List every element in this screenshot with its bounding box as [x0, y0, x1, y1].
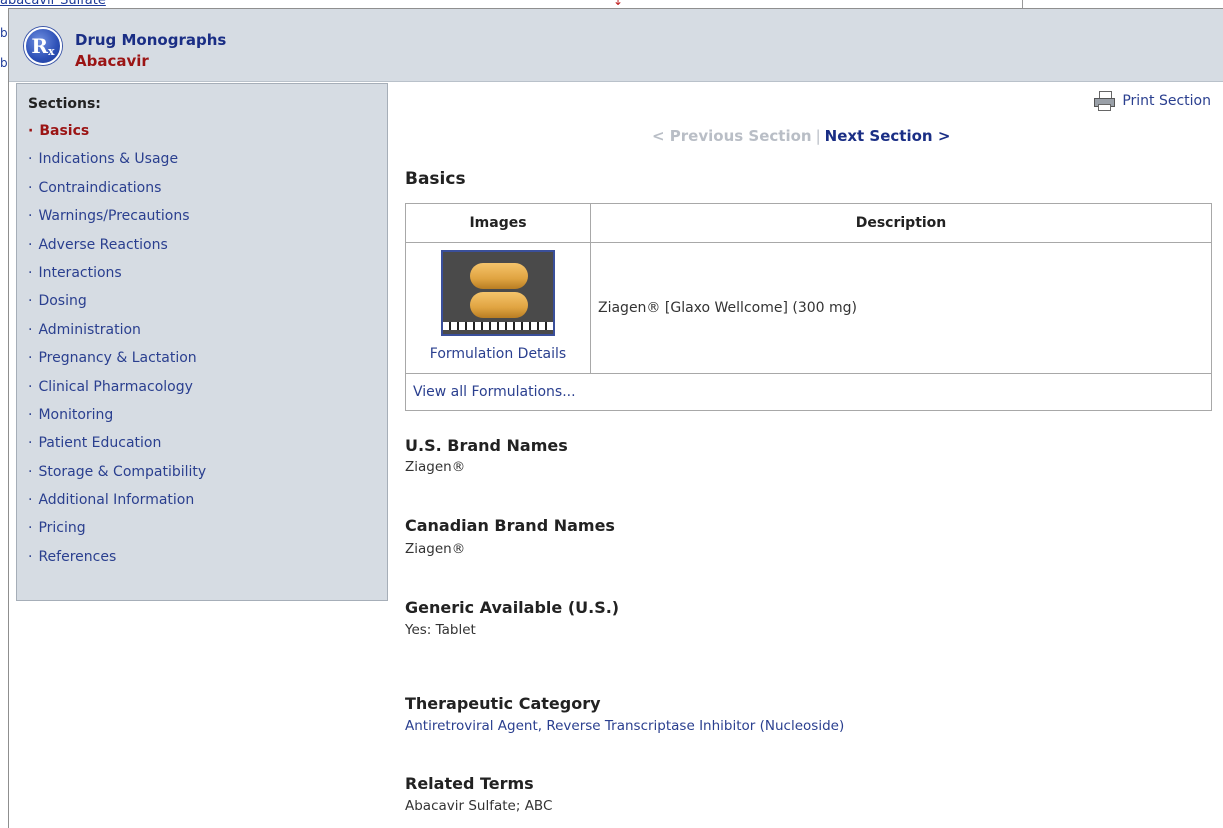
column-header-description: Description — [590, 203, 1212, 243]
view-all-formulations-link[interactable]: View all Formulations... — [405, 373, 1212, 411]
related-terms-value: Abacavir Sulfate; ABC — [405, 798, 553, 814]
sidebar-item-clinical-pharmacology[interactable]: · Clinical Pharmacology — [28, 379, 206, 407]
sidebar-item-pricing[interactable]: · Pricing — [28, 520, 206, 548]
us-brand-names-value: Ziagen® — [405, 459, 466, 475]
canadian-brand-names-value: Ziagen® — [405, 541, 466, 557]
header-bar: Rx Drug Monographs Abacavir — [9, 9, 1223, 82]
image-cell: Formulation Details — [405, 242, 591, 374]
sidebar-item-adverse-reactions[interactable]: · Adverse Reactions — [28, 237, 206, 265]
table-header-row: Images Description — [405, 203, 1212, 243]
drug-title: Abacavir — [75, 52, 149, 70]
generic-available-heading: Generic Available (U.S.) — [405, 598, 620, 617]
previous-section-link: < Previous Section — [652, 127, 812, 145]
section-title: Basics — [405, 169, 466, 189]
background-link-fragment[interactable]: b — [0, 26, 8, 40]
sidebar-item-patient-education[interactable]: · Patient Education — [28, 435, 206, 463]
print-section-label: Print Section — [1122, 93, 1211, 109]
us-brand-names-heading: U.S. Brand Names — [405, 436, 568, 455]
therapeutic-category-link[interactable]: Antiretroviral Agent, Reverse Transcript… — [405, 718, 844, 734]
monograph-window: Rx Drug Monographs Abacavir Sections: · B… — [8, 8, 1223, 828]
sidebar-item-contraindications[interactable]: · Contraindications — [28, 180, 206, 208]
therapeutic-category-heading: Therapeutic Category — [405, 694, 601, 713]
canadian-brand-names-heading: Canadian Brand Names — [405, 516, 615, 535]
sidebar-item-references[interactable]: · References — [28, 549, 206, 577]
sidebar-item-interactions[interactable]: · Interactions — [28, 265, 206, 293]
print-section-button[interactable]: Print Section — [1094, 91, 1211, 111]
sidebar-item-pregnancy-lactation[interactable]: · Pregnancy & Lactation — [28, 350, 206, 378]
sidebar-heading: Sections: — [28, 96, 101, 112]
sections-list: · Basics · Indications & Usage · Contraindi… — [28, 123, 206, 577]
sidebar-item-warnings-precautions[interactable]: · Warnings/Precautions — [28, 208, 206, 236]
sidebar-item-storage-compatibility[interactable]: · Storage & Compatibility — [28, 464, 206, 492]
printer-icon — [1094, 91, 1116, 111]
formulations-table: Images Description Formulation Details Z… — [405, 203, 1212, 411]
column-header-images: Images — [405, 203, 591, 243]
table-row: View all Formulations... — [405, 373, 1212, 411]
sidebar-item-monitoring[interactable]: · Monitoring — [28, 407, 206, 435]
sidebar-item-additional-information[interactable]: · Additional Information — [28, 492, 206, 520]
section-navigation: < Previous Section | Next Section > — [652, 127, 950, 145]
background-divider — [1022, 0, 1023, 8]
generic-available-value: Yes: Tablet — [405, 622, 476, 638]
related-terms-heading: Related Terms — [405, 774, 534, 793]
sidebar-item-basics[interactable]: · Basics — [28, 123, 206, 151]
background-link[interactable]: abacavir Sulfate — [0, 0, 106, 8]
sidebar-item-indications-usage[interactable]: · Indications & Usage — [28, 151, 206, 179]
tablet-image[interactable] — [441, 250, 555, 336]
app-title: Drug Monographs — [75, 31, 227, 49]
formulation-description: Ziagen® [Glaxo Wellcome] (300 mg) — [590, 242, 1212, 374]
background-link-fragment[interactable]: b — [0, 56, 8, 70]
sections-sidebar: Sections: · Basics · Indications & Usage ·… — [16, 83, 388, 601]
rx-logo-icon: Rx — [24, 27, 62, 65]
formulation-details-link[interactable]: Formulation Details — [406, 346, 590, 362]
nav-separator: | — [815, 127, 821, 145]
background-marker-icon: ↓ — [613, 0, 624, 8]
sidebar-item-administration[interactable]: · Administration — [28, 322, 206, 350]
sidebar-item-dosing[interactable]: · Dosing — [28, 293, 206, 321]
background-page — [0, 0, 1223, 8]
table-row: Formulation Details Ziagen® [Glaxo Wellc… — [405, 242, 1212, 374]
next-section-link[interactable]: Next Section > — [825, 127, 951, 145]
